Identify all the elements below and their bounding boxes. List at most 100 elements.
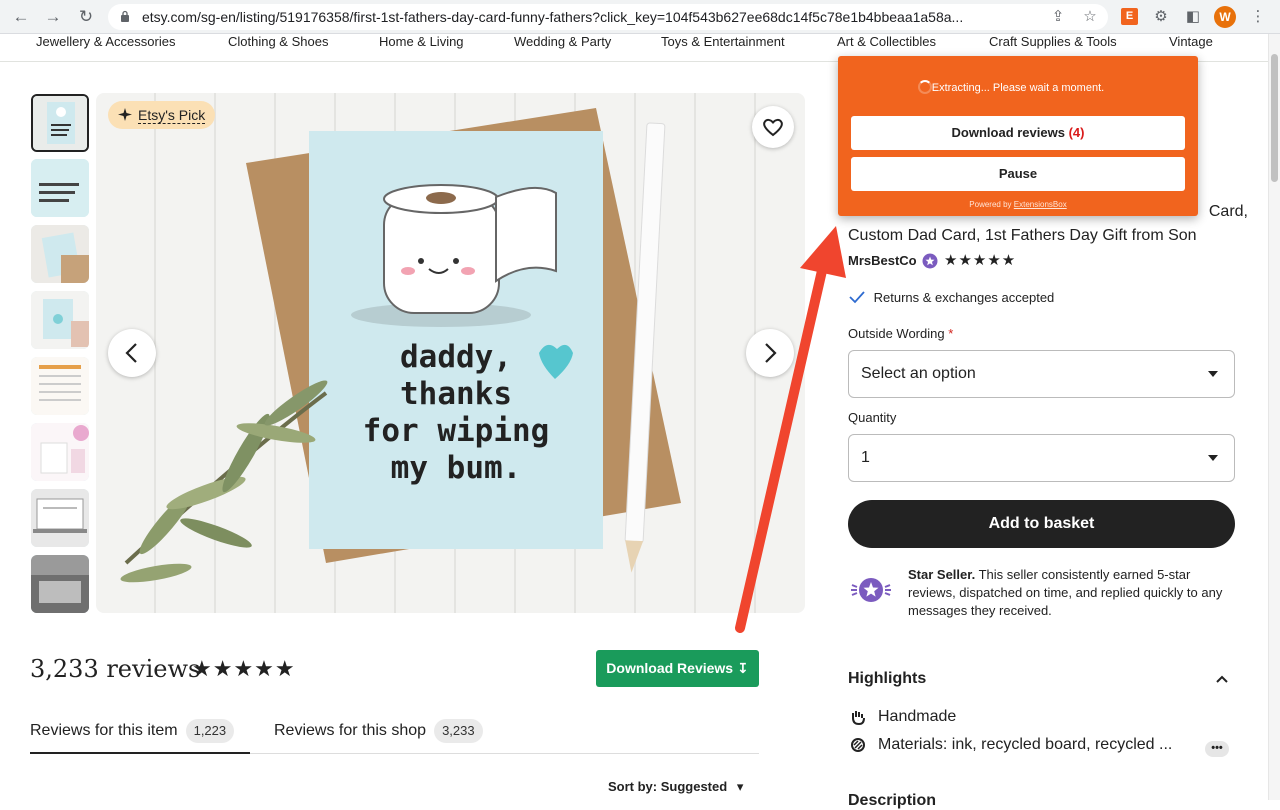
- gallery-thumbnail[interactable]: [31, 159, 89, 217]
- url-text: etsy.com/sg-en/listing/519176358/first-1…: [142, 9, 964, 25]
- card-text-line: daddy,: [400, 339, 512, 375]
- chevron-right-icon: [765, 343, 777, 363]
- etsys-pick-badge[interactable]: Etsy's Pick: [108, 101, 216, 129]
- star-seller-title: Star Seller.: [908, 567, 976, 582]
- category-toys[interactable]: Toys & Entertainment: [661, 34, 785, 49]
- highlight-materials: Materials: ink, recycled board, recycled…: [878, 736, 1173, 753]
- quantity-select[interactable]: 1: [848, 434, 1235, 482]
- reviews-star-rating: ★★★★★: [192, 656, 296, 681]
- seller-name-link[interactable]: MrsBestCo: [848, 253, 917, 268]
- tab-count-badge: 3,233: [434, 719, 483, 743]
- highlight-handmade: Handmade: [878, 708, 957, 725]
- outside-wording-label-text: Outside Wording: [848, 326, 945, 341]
- gallery-thumbnail[interactable]: [31, 423, 89, 481]
- caret-down-icon: ▾: [736, 779, 744, 794]
- sparkle-icon: [118, 108, 132, 121]
- browser-toolbar: ← → ↻ etsy.com/sg-en/listing/519176358/f…: [0, 0, 1280, 34]
- card-text-line: for wiping: [362, 413, 550, 449]
- active-tab-indicator: [30, 752, 250, 754]
- etsy-extension-icon[interactable]: E: [1121, 8, 1138, 25]
- chevron-up-icon[interactable]: [1215, 672, 1229, 686]
- description-heading[interactable]: Description: [848, 792, 936, 810]
- tab-count-badge: 1,223: [185, 719, 235, 743]
- heart-icon: [763, 118, 783, 137]
- hand-icon: [852, 711, 865, 725]
- sort-label: Sort by: Suggested: [608, 779, 728, 794]
- category-craft[interactable]: Craft Supplies & Tools: [989, 34, 1117, 49]
- extensionsbox-link[interactable]: ExtensionsBox: [1014, 200, 1067, 209]
- extension-popup: Extracting... Please wait a moment. Down…: [838, 56, 1198, 216]
- category-jewellery[interactable]: Jewellery & Accessories: [36, 34, 175, 49]
- powered-by-footer: Powered by ExtensionsBox: [838, 200, 1198, 209]
- select-value: Select an option: [861, 365, 976, 382]
- extension-pause-button[interactable]: Pause: [851, 157, 1185, 191]
- extension-download-reviews-button[interactable]: Download reviews (4): [851, 116, 1185, 150]
- sort-dropdown[interactable]: Sort by: Suggested ▾: [608, 779, 743, 795]
- outside-wording-label: Outside Wording *: [848, 326, 953, 341]
- outside-wording-select[interactable]: Select an option: [848, 350, 1235, 398]
- quantity-label: Quantity: [848, 410, 897, 425]
- category-home-living[interactable]: Home & Living: [379, 34, 464, 49]
- download-reviews-count: (4): [1068, 125, 1085, 140]
- category-art[interactable]: Art & Collectibles: [837, 34, 936, 49]
- select-value: 1: [861, 449, 870, 466]
- lock-icon: [121, 10, 129, 22]
- menu-dots-icon[interactable]: ⋮: [1248, 7, 1268, 27]
- category-vintage[interactable]: Vintage: [1169, 34, 1213, 49]
- chevron-left-icon: [125, 343, 137, 363]
- materials-icon: [851, 738, 865, 752]
- download-reviews-button[interactable]: Download Reviews ↧: [596, 650, 759, 687]
- highlights-heading[interactable]: Highlights: [848, 670, 926, 688]
- category-clothing[interactable]: Clothing & Shoes: [228, 34, 328, 49]
- address-bar[interactable]: etsy.com/sg-en/listing/519176358/first-1…: [108, 4, 1108, 30]
- powered-by-text: Powered by: [969, 200, 1012, 209]
- download-reviews-label: Download Reviews: [606, 660, 734, 676]
- more-options-button[interactable]: •••: [1205, 741, 1229, 757]
- tab-label: Reviews for this shop: [274, 722, 427, 740]
- tab-reviews-item[interactable]: Reviews for this item 1,223: [30, 719, 235, 743]
- returns-info: Returns & exchanges accepted: [848, 290, 1054, 305]
- gallery-thumbnail[interactable]: [31, 357, 89, 415]
- profile-avatar[interactable]: W: [1214, 6, 1236, 28]
- caret-down-icon: [1208, 455, 1218, 461]
- side-panel-icon[interactable]: ◧: [1183, 7, 1203, 27]
- star-seller-description: Star Seller. This seller consistently ea…: [908, 566, 1234, 620]
- checkmark-icon: [849, 291, 865, 304]
- gallery-thumbnail[interactable]: [31, 291, 89, 349]
- gallery-thumbnail[interactable]: [31, 555, 89, 613]
- download-icon: ↧: [736, 660, 749, 676]
- next-image-button[interactable]: [746, 329, 794, 377]
- extensions-puzzle-icon[interactable]: ⚙: [1151, 7, 1171, 27]
- favorite-button[interactable]: [752, 106, 794, 148]
- gallery-thumbnail[interactable]: [31, 489, 89, 547]
- star-seller-icon: [851, 578, 891, 602]
- reviews-count-title: 3,233 reviews: [30, 655, 201, 683]
- tab-label: Reviews for this item: [30, 722, 178, 740]
- card-text-line: thanks: [400, 376, 512, 412]
- category-wedding[interactable]: Wedding & Party: [514, 34, 611, 49]
- gallery-thumbnail[interactable]: [31, 94, 89, 152]
- star-seller-badge-icon: [922, 253, 938, 269]
- returns-label: Returns & exchanges accepted: [873, 290, 1055, 305]
- previous-image-button[interactable]: [108, 329, 156, 377]
- product-main-image: daddy, thanks for wiping my bum.: [96, 93, 805, 613]
- page-scrollbar[interactable]: [1268, 34, 1280, 800]
- etsys-pick-label: Etsy's Pick: [138, 107, 206, 124]
- bookmark-star-icon[interactable]: ☆: [1080, 7, 1100, 27]
- gallery-thumbnail[interactable]: [31, 225, 89, 283]
- download-reviews-label: Download reviews: [951, 125, 1065, 140]
- card-text: daddy, thanks for wiping my bum.: [346, 339, 566, 487]
- extension-status-text: Extracting... Please wait a moment.: [931, 82, 1105, 94]
- seller-star-rating: ★★★★★: [944, 252, 1017, 269]
- forward-icon[interactable]: →: [42, 6, 64, 28]
- product-title-line: Custom Dad Card, 1st Fathers Day Gift fr…: [848, 227, 1197, 244]
- back-icon[interactable]: ←: [10, 6, 32, 28]
- required-mark: *: [948, 326, 954, 341]
- add-to-basket-button[interactable]: Add to basket: [848, 500, 1235, 548]
- card-text-line: my bum.: [390, 450, 522, 486]
- share-icon[interactable]: ⇪: [1048, 7, 1068, 27]
- scrollbar-thumb[interactable]: [1271, 54, 1278, 182]
- tab-reviews-shop[interactable]: Reviews for this shop 3,233: [274, 719, 483, 743]
- reload-icon[interactable]: ↻: [75, 6, 97, 28]
- caret-down-icon: [1208, 371, 1218, 377]
